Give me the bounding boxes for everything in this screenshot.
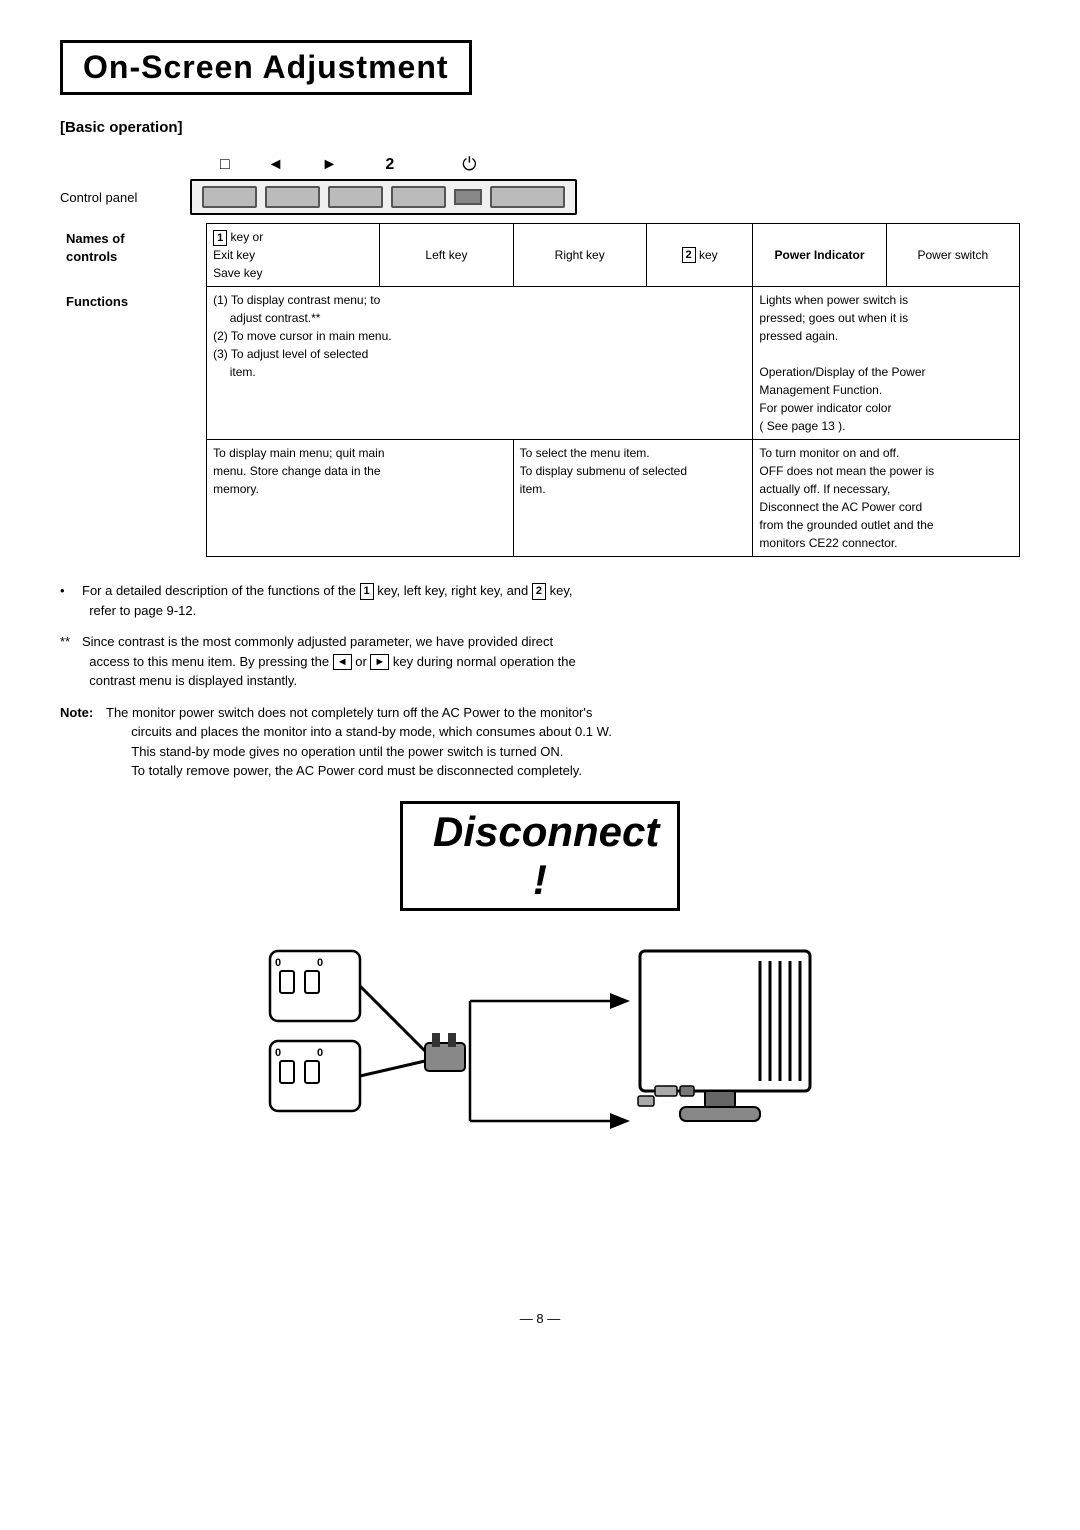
keys-function-text: (1) To display contrast menu; to adjust … xyxy=(213,293,392,379)
page-title-box: On-Screen Adjustment xyxy=(60,40,472,95)
names-label: Names ofcontrols xyxy=(60,224,207,287)
disconnect-illustration: 0 0 0 0 xyxy=(250,921,830,1281)
svg-text:0: 0 xyxy=(317,1047,323,1059)
bottom-select-text: To select the menu item. To display subm… xyxy=(520,446,687,496)
power-indicator-cell: Power Indicator xyxy=(753,224,886,287)
bullet1-symbol: • xyxy=(60,581,76,601)
key2-cell: 2 key xyxy=(646,224,753,287)
right-key-inline: ► xyxy=(370,654,389,670)
cp-btn-3 xyxy=(328,186,383,208)
bottom-label-empty xyxy=(60,440,207,557)
right-key-label: Right key xyxy=(555,248,605,262)
cp-btn-4 xyxy=(391,186,446,208)
power-switch-label: Power switch xyxy=(917,248,988,262)
icon-power: ⏻ xyxy=(462,154,476,175)
bottom-power-text: To turn monitor on and off. OFF does not… xyxy=(759,446,934,550)
key1-inline: 1 xyxy=(360,583,374,599)
left-key-label: Left key xyxy=(425,248,467,262)
disconnect-section: Disconnect ! 0 0 0 0 xyxy=(60,801,1020,1281)
power-switch-cell: Power switch xyxy=(886,224,1019,287)
icon-left: ◄ xyxy=(268,156,284,174)
cp-btn-2 xyxy=(265,186,320,208)
disconnect-title: Disconnect ! xyxy=(433,808,659,903)
note-bullet2: ** Since contrast is the most commonly a… xyxy=(60,632,1020,691)
section-heading: [Basic operation] xyxy=(60,119,1020,136)
functions-label: Functions xyxy=(60,287,207,440)
svg-text:0: 0 xyxy=(275,1047,281,1059)
bottom-keys-cell: To display main menu; quit main menu. St… xyxy=(207,440,513,557)
bottom-power-cell: To turn monitor on and off. OFF does not… xyxy=(753,440,1020,557)
page-title: On-Screen Adjustment xyxy=(83,49,449,86)
note-bullet1: • For a detailed description of the func… xyxy=(60,581,1020,620)
control-panel-box xyxy=(190,179,577,215)
bullet1-text: For a detailed description of the functi… xyxy=(82,581,1020,620)
cp-btn-lg xyxy=(490,186,565,208)
svg-text:0: 0 xyxy=(275,957,281,969)
disconnect-box: Disconnect ! xyxy=(400,801,680,911)
bullet2-symbol: ** xyxy=(60,632,76,652)
bottom-select-cell: To select the menu item. To display subm… xyxy=(513,440,753,557)
left-key-inline: ◄ xyxy=(333,654,352,670)
icon-menu: □ xyxy=(220,156,230,174)
cp-btn-sm xyxy=(454,189,482,205)
key1-cell: 1 key orExit keySave key xyxy=(207,224,380,287)
power-function-text: Lights when power switch is pressed; goe… xyxy=(759,293,925,433)
page-number: — 8 — xyxy=(60,1311,1020,1326)
notes-section: • For a detailed description of the func… xyxy=(60,581,1020,781)
svg-text:0: 0 xyxy=(317,957,323,969)
right-key-cell: Right key xyxy=(513,224,646,287)
left-key-cell: Left key xyxy=(380,224,513,287)
key1-label: 1 key orExit keySave key xyxy=(213,230,263,280)
bottom-row: To display main menu; quit main menu. St… xyxy=(60,440,1020,557)
bottom-keys-text: To display main menu; quit main menu. St… xyxy=(213,446,384,496)
diagram-table: Names ofcontrols 1 key orExit keySave ke… xyxy=(60,223,1020,557)
icon-right: ► xyxy=(322,156,338,174)
note-text: The monitor power switch does not comple… xyxy=(106,703,1020,781)
power-indicator-label: Power Indicator xyxy=(775,248,865,262)
cp-btn-1 xyxy=(202,186,257,208)
bullet2-text: Since contrast is the most commonly adju… xyxy=(82,632,1020,691)
key2-label: 2 key xyxy=(682,248,718,262)
functions-row: Functions (1) To display contrast menu; … xyxy=(60,287,1020,440)
keys-function-cell: (1) To display contrast menu; to adjust … xyxy=(207,287,753,440)
note-main: Note: The monitor power switch does not … xyxy=(60,703,1020,781)
power-function-cell: Lights when power switch is pressed; goe… xyxy=(753,287,1020,440)
names-row: Names ofcontrols 1 key orExit keySave ke… xyxy=(60,224,1020,287)
icon-2: 2 xyxy=(385,156,394,174)
key2-inline: 2 xyxy=(532,583,546,599)
control-panel-label: Control panel xyxy=(60,190,190,205)
diagram-area: □ ◄ ► 2 ⏻ Control panel Names ofcontrols… xyxy=(60,154,1020,557)
icons-row: □ ◄ ► 2 ⏻ xyxy=(190,154,1020,175)
control-panel-row: Control panel xyxy=(60,179,1020,215)
note-prefix: Note: xyxy=(60,703,100,723)
